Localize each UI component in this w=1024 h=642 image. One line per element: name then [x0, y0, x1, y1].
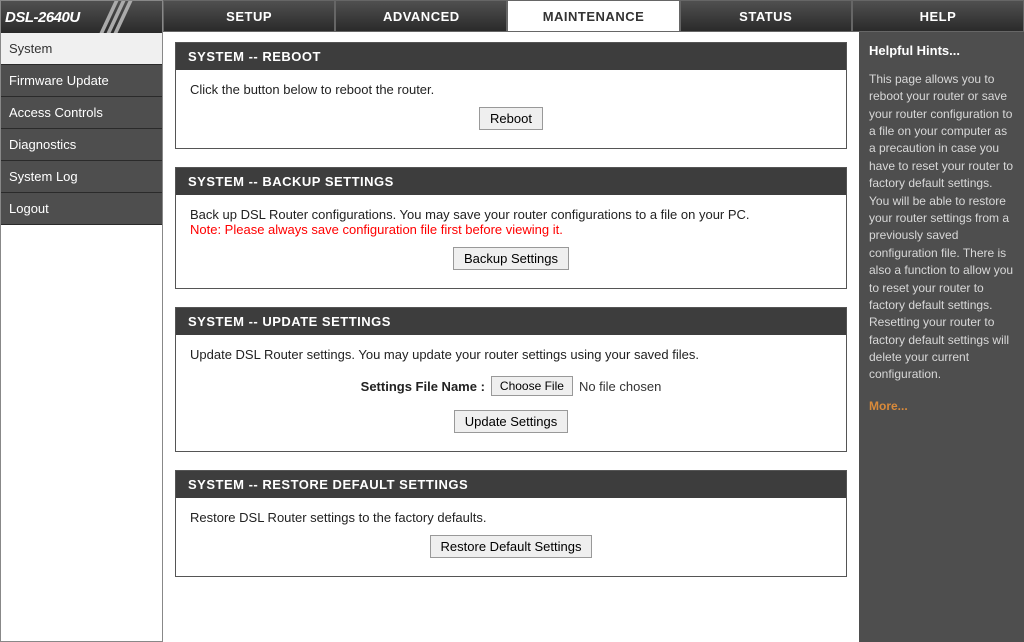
sidebar-item-logout[interactable]: Logout: [1, 193, 162, 225]
panel-restore-text: Restore DSL Router settings to the facto…: [190, 510, 832, 525]
top-tabs: SETUP ADVANCED MAINTENANCE STATUS HELP: [163, 0, 1024, 32]
tab-maintenance[interactable]: MAINTENANCE: [507, 0, 679, 32]
panel-update-text: Update DSL Router settings. You may upda…: [190, 347, 832, 362]
backup-button-row: Backup Settings: [190, 247, 832, 270]
panel-reboot-title: SYSTEM -- REBOOT: [176, 43, 846, 70]
file-row: Settings File Name : Choose File No file…: [190, 376, 832, 396]
update-settings-button[interactable]: Update Settings: [454, 410, 569, 433]
panel-restore-title: SYSTEM -- RESTORE DEFAULT SETTINGS: [176, 471, 846, 498]
sidebar-item-diagnostics[interactable]: Diagnostics: [1, 129, 162, 161]
panel-update: SYSTEM -- UPDATE SETTINGS Update DSL Rou…: [175, 307, 847, 452]
choose-file-button[interactable]: Choose File: [491, 376, 573, 396]
panel-backup-body: Back up DSL Router configurations. You m…: [176, 195, 846, 288]
tab-help[interactable]: HELP: [852, 0, 1024, 32]
sidebar-item-system[interactable]: System: [1, 33, 162, 65]
restore-default-settings-button[interactable]: Restore Default Settings: [430, 535, 593, 558]
update-button-row: Update Settings: [190, 410, 832, 433]
panel-reboot: SYSTEM -- REBOOT Click the button below …: [175, 42, 847, 149]
logo-box: DSL-2640U: [1, 1, 162, 33]
panel-backup-title: SYSTEM -- BACKUP SETTINGS: [176, 168, 846, 195]
panels-area: SYSTEM -- REBOOT Click the button below …: [163, 32, 859, 642]
sidebar-item-firmware-update[interactable]: Firmware Update: [1, 65, 162, 97]
sidebar-item-system-log[interactable]: System Log: [1, 161, 162, 193]
settings-file-label: Settings File Name :: [361, 379, 485, 394]
panel-restore-body: Restore DSL Router settings to the facto…: [176, 498, 846, 576]
reboot-button-row: Reboot: [190, 107, 832, 130]
sidebar: DSL-2640U System Firmware Update Access …: [0, 0, 163, 642]
panel-backup-text: Back up DSL Router configurations. You m…: [190, 207, 750, 222]
content-wrap: SYSTEM -- REBOOT Click the button below …: [163, 32, 1024, 642]
device-model: DSL-2640U: [1, 9, 80, 26]
help-column: Helpful Hints... This page allows you to…: [859, 32, 1024, 642]
tab-advanced[interactable]: ADVANCED: [335, 0, 507, 32]
panel-update-title: SYSTEM -- UPDATE SETTINGS: [176, 308, 846, 335]
panel-reboot-text: Click the button below to reboot the rou…: [190, 82, 832, 97]
backup-settings-button[interactable]: Backup Settings: [453, 247, 569, 270]
panel-restore: SYSTEM -- RESTORE DEFAULT SETTINGS Resto…: [175, 470, 847, 577]
panel-update-body: Update DSL Router settings. You may upda…: [176, 335, 846, 451]
reboot-button[interactable]: Reboot: [479, 107, 543, 130]
app-root: DSL-2640U System Firmware Update Access …: [0, 0, 1024, 642]
restore-button-row: Restore Default Settings: [190, 535, 832, 558]
panel-reboot-body: Click the button below to reboot the rou…: [176, 70, 846, 148]
help-body: This page allows you to reboot your rout…: [869, 71, 1014, 384]
no-file-chosen-text: No file chosen: [579, 379, 661, 394]
panel-backup: SYSTEM -- BACKUP SETTINGS Back up DSL Ro…: [175, 167, 847, 289]
panel-backup-note: Note: Please always save configuration f…: [190, 222, 563, 237]
main-column: SETUP ADVANCED MAINTENANCE STATUS HELP S…: [163, 0, 1024, 642]
side-nav: System Firmware Update Access Controls D…: [1, 33, 162, 225]
tab-status[interactable]: STATUS: [680, 0, 852, 32]
help-more-link[interactable]: More...: [869, 398, 908, 415]
sidebar-item-access-controls[interactable]: Access Controls: [1, 97, 162, 129]
tab-setup[interactable]: SETUP: [163, 0, 335, 32]
logo-stripes-icon: [100, 1, 145, 33]
help-heading: Helpful Hints...: [869, 42, 1014, 61]
